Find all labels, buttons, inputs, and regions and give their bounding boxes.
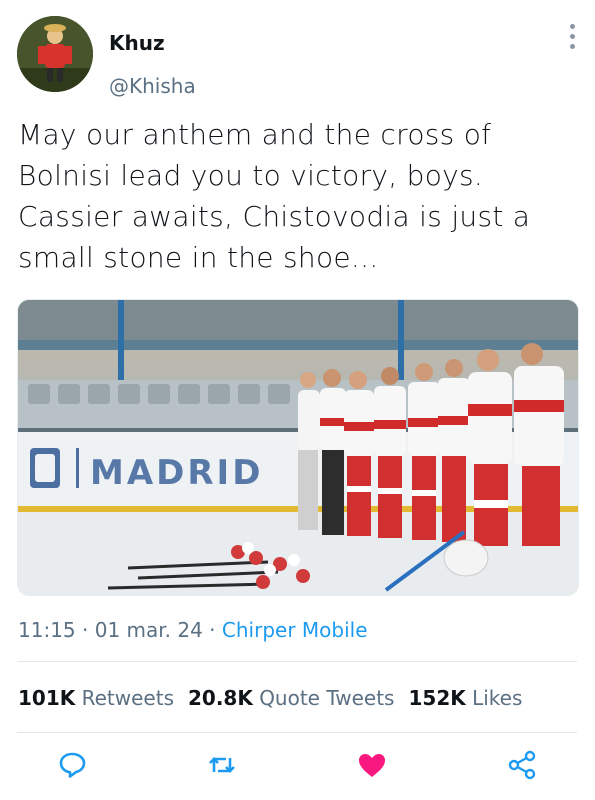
share-icon (508, 750, 536, 780)
cartoon-figure-icon (17, 16, 93, 92)
retweet-icon (209, 757, 235, 773)
tweet-time: 11:15 (18, 618, 76, 642)
rink-banner-text: MADRID (90, 453, 263, 493)
quotes-count: 20.8K (187, 686, 253, 710)
retweets-stat[interactable]: 101K Retweets (18, 686, 174, 710)
likes-stat[interactable]: 152K Likes (408, 686, 522, 710)
author-handle[interactable]: @Khisha (109, 74, 196, 98)
tweet-source-link[interactable]: Chirper Mobile (222, 618, 368, 642)
hockey-team-photo: MADRID (18, 300, 578, 595)
reply-icon (59, 752, 86, 778)
retweets-count: 101K (18, 686, 76, 710)
likes-count: 152K (408, 686, 466, 710)
like-button[interactable] (355, 748, 389, 782)
tweet-date: 01 mar. 24 (94, 618, 203, 642)
author-name[interactable]: Khuz (109, 31, 165, 55)
retweet-button[interactable] (205, 748, 239, 782)
madrid-crest-icon (30, 448, 60, 488)
tweet-text: May our anthem and the cross of Bolnisi … (18, 118, 531, 274)
quotes-stat[interactable]: 20.8K Quote Tweets (188, 686, 395, 710)
retweets-label: Retweets (81, 686, 174, 710)
likes-label: Likes (472, 686, 523, 710)
tweet-photo[interactable]: MADRID (17, 299, 579, 596)
reply-button[interactable] (55, 748, 89, 782)
share-button[interactable] (505, 748, 539, 782)
meta-separator: · (75, 618, 95, 642)
heart-icon (359, 754, 385, 777)
avatar[interactable] (17, 16, 93, 92)
meta-separator: · (202, 618, 222, 642)
tweet-stats: 101K Retweets 20.8K Quote Tweets 152K Like… (18, 686, 522, 710)
more-options-icon[interactable] (562, 24, 582, 54)
tweet-meta: 11:15 · 01 mar. 24 · Chirper Mobile (18, 618, 368, 642)
divider (17, 732, 577, 733)
divider (17, 661, 577, 662)
quotes-label: Quote Tweets (259, 686, 395, 710)
